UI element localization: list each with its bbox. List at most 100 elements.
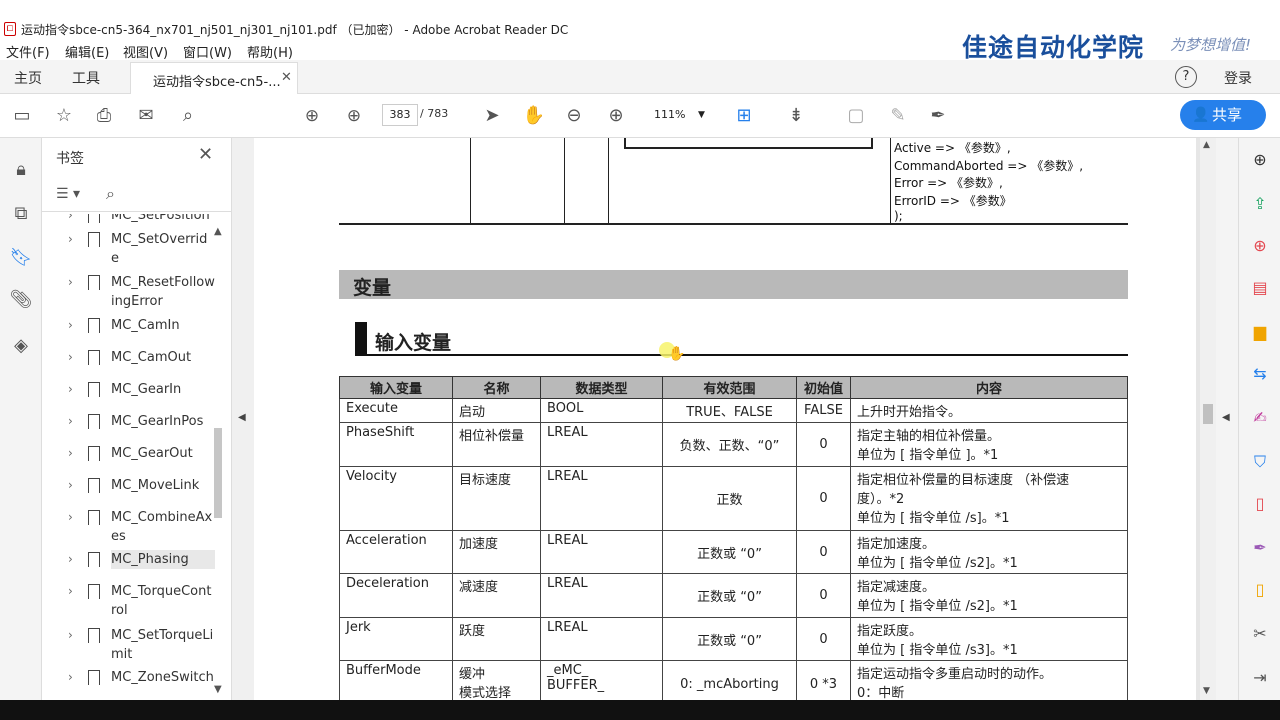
comment-icon[interactable]: ▢ (844, 104, 868, 128)
chevron-right-icon[interactable]: › (68, 382, 73, 396)
chevron-right-icon[interactable]: › (68, 478, 73, 492)
login-link[interactable]: 登录 (1224, 68, 1252, 88)
scroll-up-icon[interactable]: ▲ (214, 226, 222, 237)
zoom-search-icon[interactable]: ⊕ (1248, 148, 1272, 172)
search-icon[interactable]: ⌕ (176, 104, 200, 128)
create-pdf-icon[interactable]: ⊕ (1248, 234, 1272, 258)
page-thumbnails-icon[interactable]: ⧉ (9, 202, 33, 226)
close-panel-icon[interactable]: ✕ (198, 144, 213, 165)
chevron-right-icon[interactable]: › (68, 275, 73, 289)
collapse-right-icon[interactable]: ◀ (1222, 412, 1230, 423)
scroll-down-icon[interactable]: ▼ (214, 684, 222, 695)
input-variables-table: 输入变量 名称 数据类型 有效范围 初始值 内容 Execute 启动 BOOL TRUE、FA… (339, 376, 1128, 700)
document-viewer[interactable]: Active => 《参数》, CommandAborted => 《参数》, Er… (254, 138, 1200, 700)
chevron-right-icon[interactable]: › (68, 584, 73, 598)
menu-help[interactable]: 帮助(H) (247, 42, 293, 61)
fill-sign-icon[interactable]: ✍ (1248, 406, 1272, 430)
select-cursor-icon[interactable]: ➤ (480, 104, 504, 128)
save-icon[interactable]: ▭ (10, 104, 34, 128)
next-page-icon[interactable]: ⊕ (342, 104, 366, 128)
table-body: Execute 启动 BOOL TRUE、FALSE FALSE 上升时开始指令。 Phas… (339, 398, 1128, 700)
bookmark-star-icon[interactable]: ☆ (52, 104, 76, 128)
tab-document[interactable]: 运动指令sbce-cn5-... ✕ (130, 62, 298, 94)
table-row: BufferMode 缓冲 模式选择 _eMC_ BUFFER_ 0: _mcAbor… (339, 660, 1128, 700)
cell-type: LREAL (540, 466, 663, 531)
bookmark-item[interactable]: › MC_SetOverride (42, 228, 217, 268)
zoom-out-icon[interactable]: ⊖ (562, 104, 586, 128)
more-tools-icon[interactable]: ✂ (1248, 622, 1272, 646)
bookmark-item[interactable]: › MC_SetTorqueLimit (42, 624, 217, 664)
cell-desc: 指定加速度。 单位为 [ 指令单位 /s2]。*1 (850, 530, 1128, 574)
bookmark-scrollbar[interactable] (214, 428, 222, 518)
help-icon[interactable]: ? (1175, 66, 1197, 88)
bookmark-item[interactable]: › MC_CombineAxes (42, 506, 217, 546)
chevron-right-icon[interactable]: › (68, 214, 73, 222)
menu-edit[interactable]: 编辑(E) (65, 42, 109, 61)
chevron-right-icon[interactable]: › (68, 318, 73, 332)
chevron-right-icon[interactable]: › (68, 552, 73, 566)
comment-tool-icon[interactable]: ▆ (1248, 320, 1272, 344)
options-icon[interactable]: ☰ ▾ (56, 186, 80, 202)
bookmark-item[interactable]: › MC_TorqueControl (42, 580, 217, 620)
bookmark-label: MC_CamIn (111, 318, 180, 333)
scroll-down-icon[interactable]: ▼ (1203, 686, 1210, 696)
tab-home[interactable]: 主页 (14, 68, 42, 88)
zoom-in-icon[interactable]: ⊕ (604, 104, 628, 128)
table-row: PhaseShift 相位补偿量 LREAL 负数、正数、“0” 0 指定主轴的相位补偿量… (339, 422, 1128, 467)
chevron-right-icon[interactable]: › (68, 414, 73, 428)
highlight-icon[interactable]: ✎ (886, 104, 910, 128)
fit-page-icon[interactable]: ⊞ (732, 104, 756, 128)
export-pdf-icon[interactable]: ⇪ (1248, 192, 1272, 216)
pdf-tools-icon[interactable]: ▯ (1248, 492, 1272, 516)
sign-icon[interactable]: ✒ (926, 104, 950, 128)
menu-file[interactable]: 文件(F) (6, 42, 50, 61)
send-for-signature-icon[interactable]: ✒ (1248, 536, 1272, 560)
bookmark-item[interactable]: › MC_ZoneSwitch (42, 666, 217, 700)
chevron-right-icon[interactable]: › (68, 350, 73, 364)
prev-page-icon[interactable]: ⊕ (300, 104, 324, 128)
organize-pages-icon[interactable]: ▤ (1248, 276, 1272, 300)
cell-type: _eMC_ BUFFER_ (540, 660, 663, 700)
zoom-select[interactable]: 111% ▼ (646, 104, 712, 126)
cell-range: 正数 (662, 466, 797, 531)
bookmark-icon (88, 275, 100, 290)
scroll-up-icon[interactable]: ▲ (1203, 140, 1210, 150)
hand-tool-icon[interactable]: ✋ (522, 104, 546, 128)
chevron-right-icon[interactable]: › (68, 446, 73, 460)
print-icon[interactable]: ⎙ (92, 104, 116, 128)
bookmark-label: MC_CamOut (111, 350, 192, 365)
collapse-panel-icon[interactable]: ⇥ (1248, 666, 1272, 690)
cell-init: 0 *3 (796, 660, 851, 700)
menu-view[interactable]: 视图(V) (123, 42, 168, 61)
chevron-right-icon[interactable]: › (68, 670, 73, 684)
send-track-icon[interactable]: ▯ (1248, 578, 1272, 602)
email-icon[interactable]: ✉ (134, 104, 158, 128)
collapse-left-icon[interactable]: ◀ (238, 412, 246, 423)
chevron-right-icon[interactable]: › (68, 510, 73, 524)
bookmarks-icon[interactable]: 🔖︎ (9, 246, 33, 270)
combine-files-icon[interactable]: ⇆ (1248, 362, 1272, 386)
right-pane-splitter[interactable]: ◀ (1216, 138, 1238, 700)
taskbar-strip (0, 700, 1280, 720)
layers-icon[interactable]: ◈ (9, 334, 33, 358)
attachment-icon[interactable]: 📎︎ (9, 288, 33, 312)
protect-icon[interactable]: ⛉ (1248, 450, 1272, 474)
share-button[interactable]: 👤 共享 (1180, 100, 1266, 130)
chevron-right-icon[interactable]: › (68, 628, 73, 642)
menu-window[interactable]: 窗口(W) (183, 42, 232, 61)
desc-line: 度）。*2 (857, 492, 905, 507)
left-pane-splitter[interactable]: ◀ (232, 138, 254, 700)
desc-line: 指定运动指令多重启动时的动作。 (857, 667, 1053, 682)
bookmark-item[interactable]: › MC_ResetFollowingError (42, 271, 217, 311)
tab-tools[interactable]: 工具 (72, 68, 100, 88)
left-navigation-rail: 🔒︎ ⧉ 🔖︎ 📎︎ ◈ (0, 138, 42, 700)
lock-icon[interactable]: 🔒︎ (9, 158, 33, 182)
page-number-input[interactable]: 383 (382, 104, 418, 126)
document-scrollbar[interactable]: ▲ ▼ (1200, 138, 1216, 700)
close-icon[interactable]: ✕ (281, 70, 292, 85)
right-tools-rail: ⊕ ⇪ ⊕ ▤ ▆ ⇆ ✍ ⛉ ▯ ✒ ▯ ✂ ⇥ (1238, 138, 1280, 700)
scroll-mode-icon[interactable]: ⇟ (784, 104, 808, 128)
find-bookmark-icon[interactable]: ⌕ (106, 184, 115, 204)
chevron-right-icon[interactable]: › (68, 232, 73, 246)
scrollbar-thumb[interactable] (1203, 404, 1213, 424)
